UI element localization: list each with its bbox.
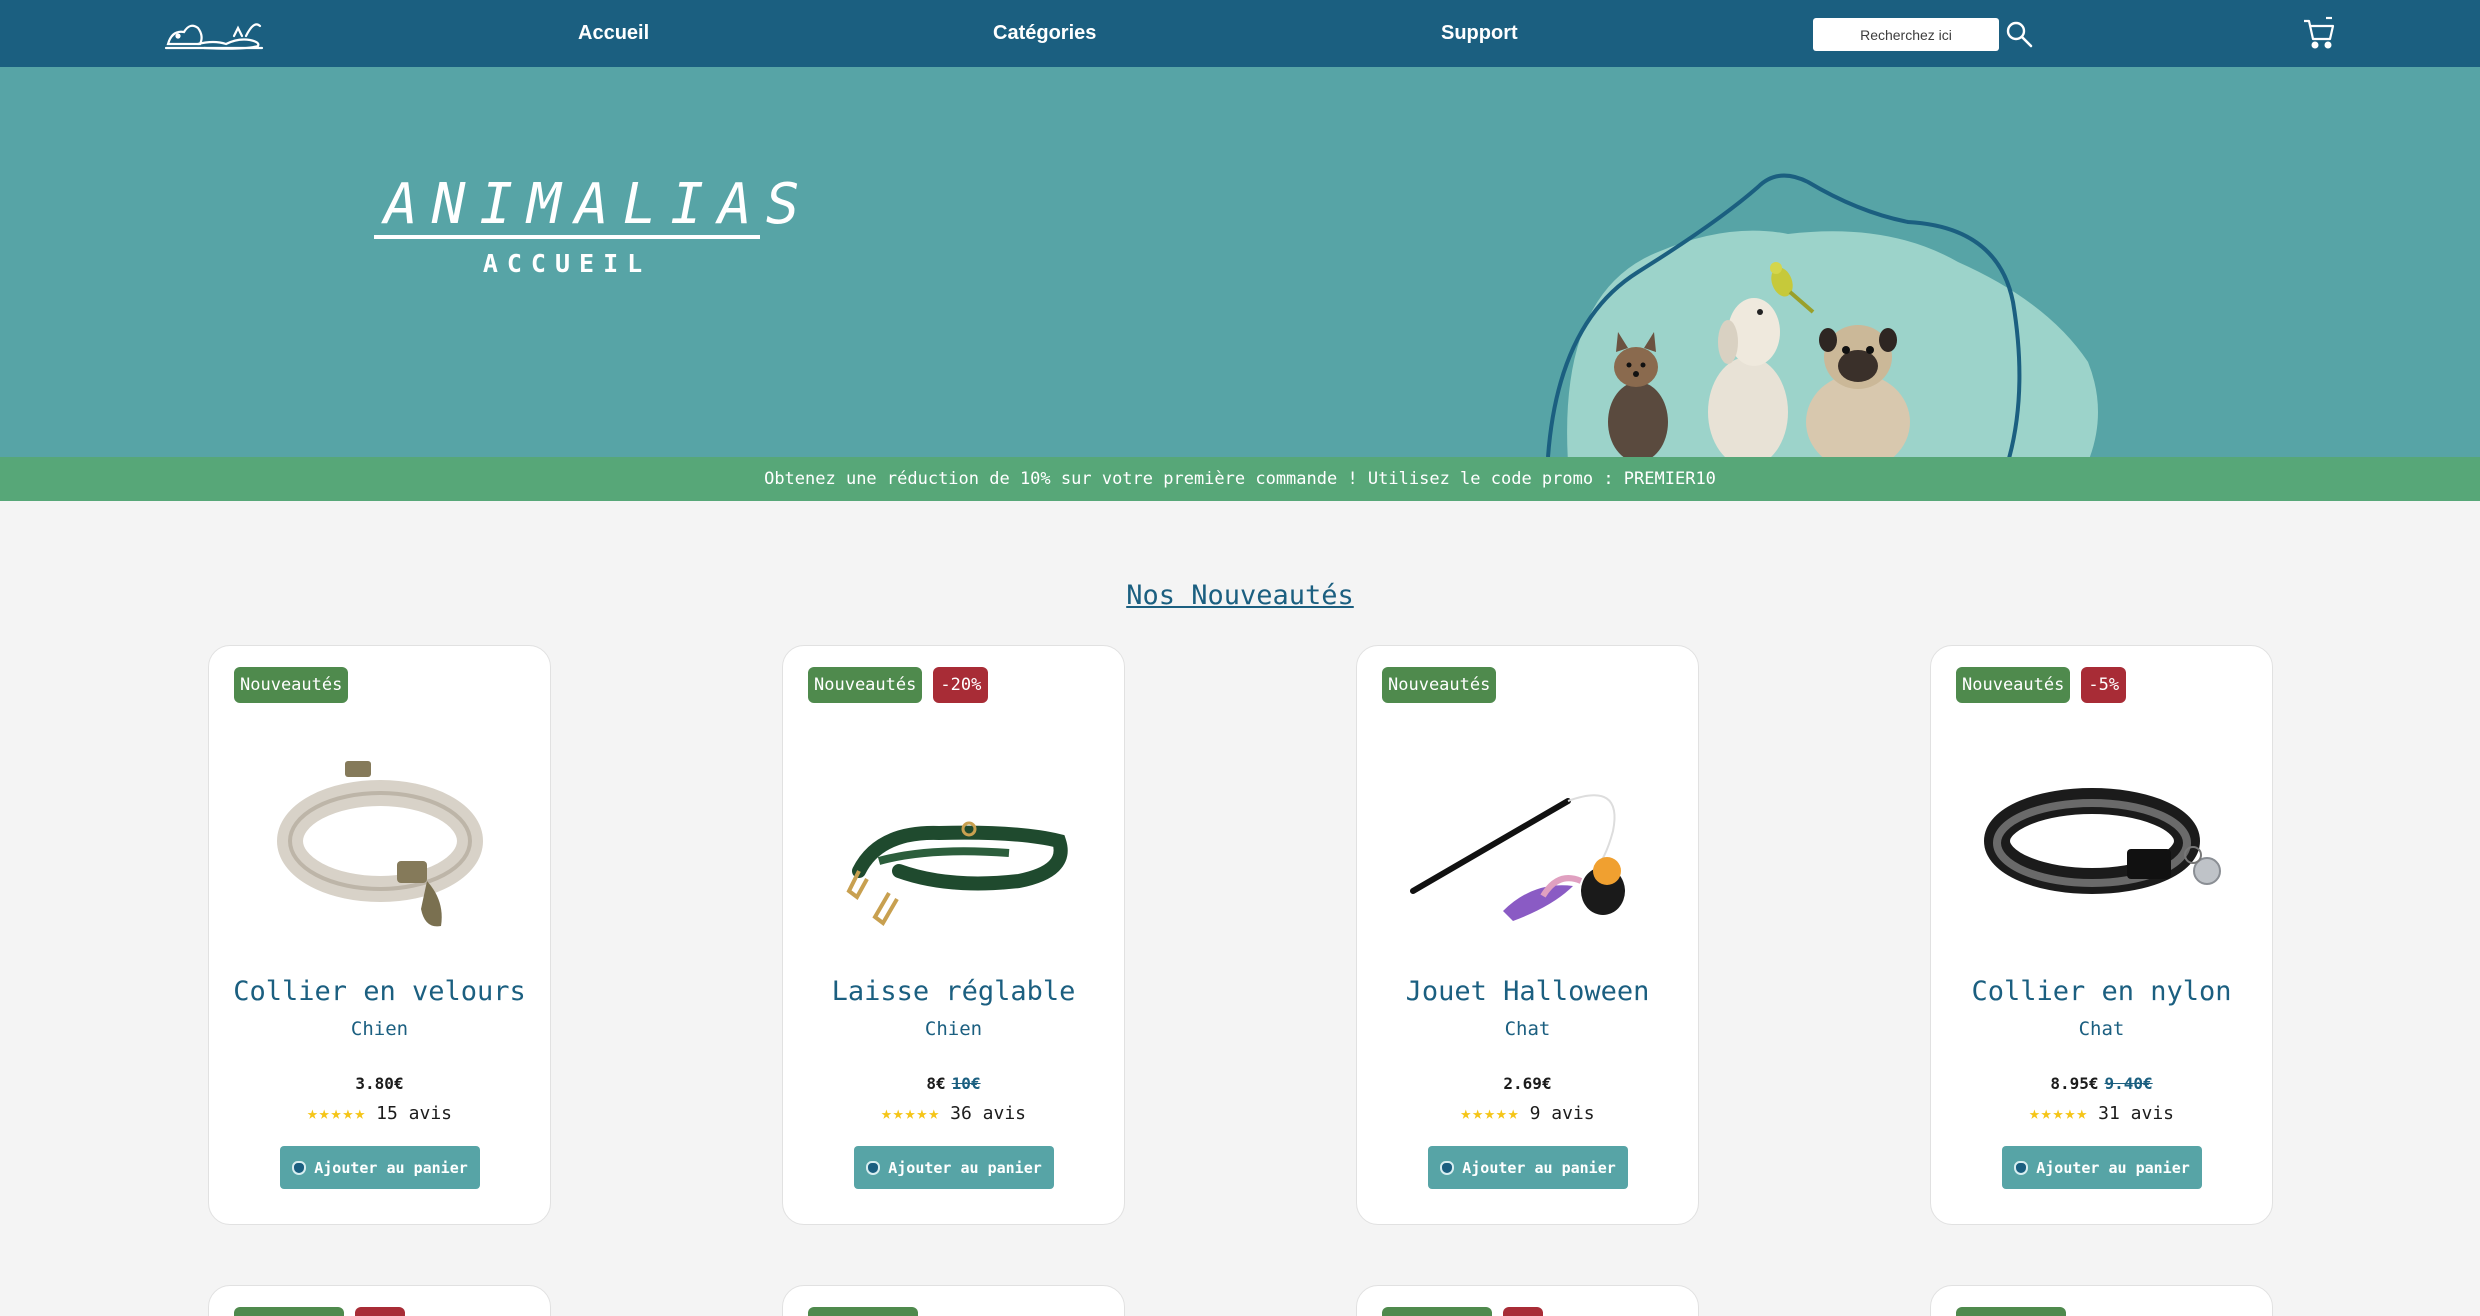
product-name[interactable]: Laisse réglable (783, 976, 1124, 1007)
logo-icon[interactable] (164, 10, 264, 52)
product-price: 8.95€ (2050, 1074, 2099, 1093)
add-to-cart-button[interactable]: Ajouter au panier (854, 1146, 1054, 1189)
product-card[interactable]: Nouveautés Collier en velours Chien 3.80… (208, 645, 551, 1225)
top-nav: Accueil Catégories Support (0, 0, 2480, 67)
velvet-collar-image (277, 761, 483, 927)
new-badge (1956, 1307, 2066, 1316)
nav-link-accueil[interactable]: Accueil (578, 22, 649, 45)
stars-icon: ★★★★★ (306, 1103, 367, 1124)
product-price: 8€ (926, 1074, 946, 1093)
price-block: 2.69€ (1357, 1074, 1698, 1093)
rating: ★★★★★ 9 avis (1357, 1103, 1698, 1124)
add-to-cart-button[interactable]: Ajouter au panier (1428, 1146, 1628, 1189)
old-price: 9.40€ (2104, 1074, 2153, 1093)
pug-dog (1806, 325, 1910, 457)
discount-badge: -5% (2081, 667, 2127, 703)
shield-icon (2014, 1161, 2029, 1175)
hero-subtitle: ACCUEIL (482, 249, 652, 278)
product-price: 3.80€ (355, 1074, 404, 1093)
green-leash-image (846, 821, 1068, 926)
product-category: Chien (350, 1018, 409, 1040)
brand-block: ANIMALIAS ACCUEIL (374, 175, 799, 278)
cart-icon[interactable] (2302, 16, 2336, 50)
product-card[interactable]: Nouveautés -20% Laisse réglable Chien 8€… (782, 645, 1125, 1225)
add-to-cart-label: Ajouter au panier (888, 1158, 1042, 1177)
old-price: 10€ (951, 1074, 981, 1093)
product-card-partial[interactable] (1356, 1285, 1699, 1316)
product-name[interactable]: Collier en nylon (1931, 976, 2272, 1007)
product-category: Chat (2078, 1018, 2125, 1040)
cat-wand-toy-image (1410, 794, 1625, 921)
price-block: 8.95€ 9.40€ (1931, 1074, 2272, 1093)
hero-banner: ANIMALIAS ACCUEIL (0, 67, 2480, 457)
shield-icon (292, 1161, 307, 1175)
rating: ★★★★★ 15 avis (209, 1103, 550, 1124)
rating: ★★★★★ 36 avis (783, 1103, 1124, 1124)
nav-link-categories[interactable]: Catégories (993, 22, 1096, 45)
product-category: Chien (924, 1018, 983, 1040)
section-title[interactable]: Nos Nouveautés (0, 580, 2480, 611)
stars-icon: ★★★★★ (1460, 1103, 1520, 1124)
new-badge (1382, 1307, 1492, 1316)
price-block: 3.80€ (209, 1074, 550, 1093)
add-to-cart-label: Ajouter au panier (1462, 1158, 1616, 1177)
add-to-cart-button[interactable]: Ajouter au panier (2002, 1146, 2202, 1189)
shield-icon (866, 1161, 881, 1175)
new-badge (808, 1307, 918, 1316)
review-count: 9 avis (1529, 1103, 1595, 1124)
shield-icon (1440, 1161, 1455, 1175)
add-to-cart-label: Ajouter au panier (2036, 1158, 2190, 1177)
rating: ★★★★★ 31 avis (1931, 1103, 2272, 1124)
product-card-partial[interactable] (208, 1285, 551, 1316)
new-badge: Nouveautés (808, 667, 923, 703)
stars-icon: ★★★★★ (880, 1103, 941, 1124)
brand-title: ANIMALIAS (374, 175, 799, 239)
review-count: 36 avis (950, 1103, 1027, 1124)
search-icon[interactable] (2005, 20, 2033, 48)
price-block: 8€ 10€ (783, 1074, 1124, 1093)
product-category: Chat (1504, 1018, 1551, 1040)
hero-pets-illustration (1546, 173, 2098, 457)
review-count: 15 avis (376, 1103, 453, 1124)
add-to-cart-label: Ajouter au panier (314, 1158, 468, 1177)
nav-link-support[interactable]: Support (1441, 22, 1518, 45)
new-badge: Nouveautés (1956, 667, 2071, 703)
product-name[interactable]: Jouet Halloween (1357, 976, 1698, 1007)
new-badge: Nouveautés (1382, 667, 1497, 703)
add-to-cart-button[interactable]: Ajouter au panier (280, 1146, 480, 1189)
promo-banner: Obtenez une réduction de 10% sur votre p… (0, 457, 2480, 501)
search-input[interactable] (1813, 18, 1999, 51)
review-count: 31 avis (2098, 1103, 2175, 1124)
product-card[interactable]: Nouveautés Jouet Halloween Chat 2.69€ ★★… (1356, 645, 1699, 1225)
product-card[interactable]: Nouveautés -5% Collier en nylon Chat 8.9… (1930, 645, 2273, 1225)
discount-badge: -20% (933, 667, 989, 703)
product-price: 2.69€ (1503, 1074, 1552, 1093)
discount-badge (1503, 1307, 1543, 1316)
product-card-partial[interactable] (1930, 1285, 2273, 1316)
discount-badge (355, 1307, 405, 1316)
new-badge (234, 1307, 344, 1316)
stars-icon: ★★★★★ (2028, 1103, 2089, 1124)
product-card-partial[interactable] (782, 1285, 1125, 1316)
new-badge: Nouveautés (234, 667, 349, 703)
product-name[interactable]: Collier en velours (209, 976, 550, 1007)
nylon-collar-image (1984, 788, 2221, 894)
